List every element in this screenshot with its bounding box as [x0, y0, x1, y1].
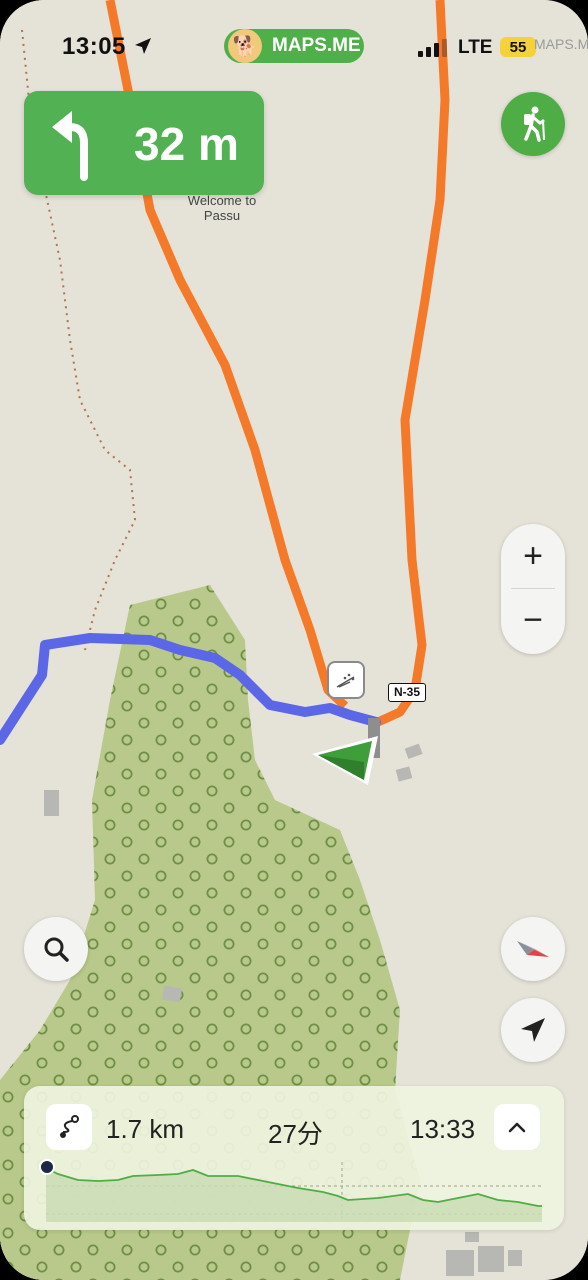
zoom-control: + − — [501, 524, 565, 654]
navigation-arrow-icon — [521, 1018, 545, 1042]
chevron-up-icon — [508, 1122, 526, 1133]
zoom-out-button[interactable]: − — [501, 588, 565, 652]
route-icon — [60, 1115, 79, 1138]
arrival-time: 13:33 — [410, 1114, 476, 1144]
app-mascot-icon: 🐕 — [228, 29, 262, 63]
walking-mode-button[interactable] — [501, 92, 565, 156]
zoom-in-button[interactable]: + — [501, 524, 565, 588]
expand-panel-button[interactable] — [494, 1104, 540, 1150]
turn-left-icon — [52, 111, 88, 181]
status-time: 13:05 — [62, 33, 126, 60]
compass-button[interactable] — [501, 917, 565, 981]
turn-instruction-banner[interactable]: 32 m — [24, 91, 264, 195]
compass-icon — [517, 941, 549, 957]
viewpoint-icon[interactable] — [327, 661, 365, 699]
cellular-signal-icon — [418, 39, 447, 57]
network-type: LTE — [458, 37, 493, 58]
my-location-button[interactable] — [501, 998, 565, 1062]
turn-distance: 32 m — [134, 118, 239, 170]
road-badge: N-35 — [388, 683, 427, 702]
route-distance: 1.7 km — [106, 1114, 185, 1144]
route-summary-panel[interactable]: 1.7 km 27分 13:33 — [24, 1086, 564, 1230]
elevation-start-marker — [39, 1159, 55, 1175]
route-options-button[interactable] — [46, 1104, 92, 1150]
screen: Welcome to Passu N-35 13:05 🐕 MAPS.ME LT… — [0, 0, 588, 1280]
elevation-profile — [39, 1159, 542, 1222]
app-indicator-pill[interactable]: 🐕 MAPS.ME — [224, 29, 364, 63]
battery-indicator: 55 — [500, 37, 536, 57]
status-bar: 13:05 🐕 MAPS.ME LTE 55 MAPS.ME — [0, 0, 588, 90]
place-label: Welcome to Passu — [187, 193, 257, 223]
location-services-icon — [135, 38, 151, 54]
route-duration: 27分 — [268, 1119, 323, 1149]
hiker-icon — [524, 106, 545, 142]
app-name: MAPS.ME — [272, 35, 361, 56]
search-button[interactable] — [24, 917, 88, 981]
search-icon — [44, 937, 69, 962]
ghost-label: MAPS.ME — [534, 36, 588, 52]
